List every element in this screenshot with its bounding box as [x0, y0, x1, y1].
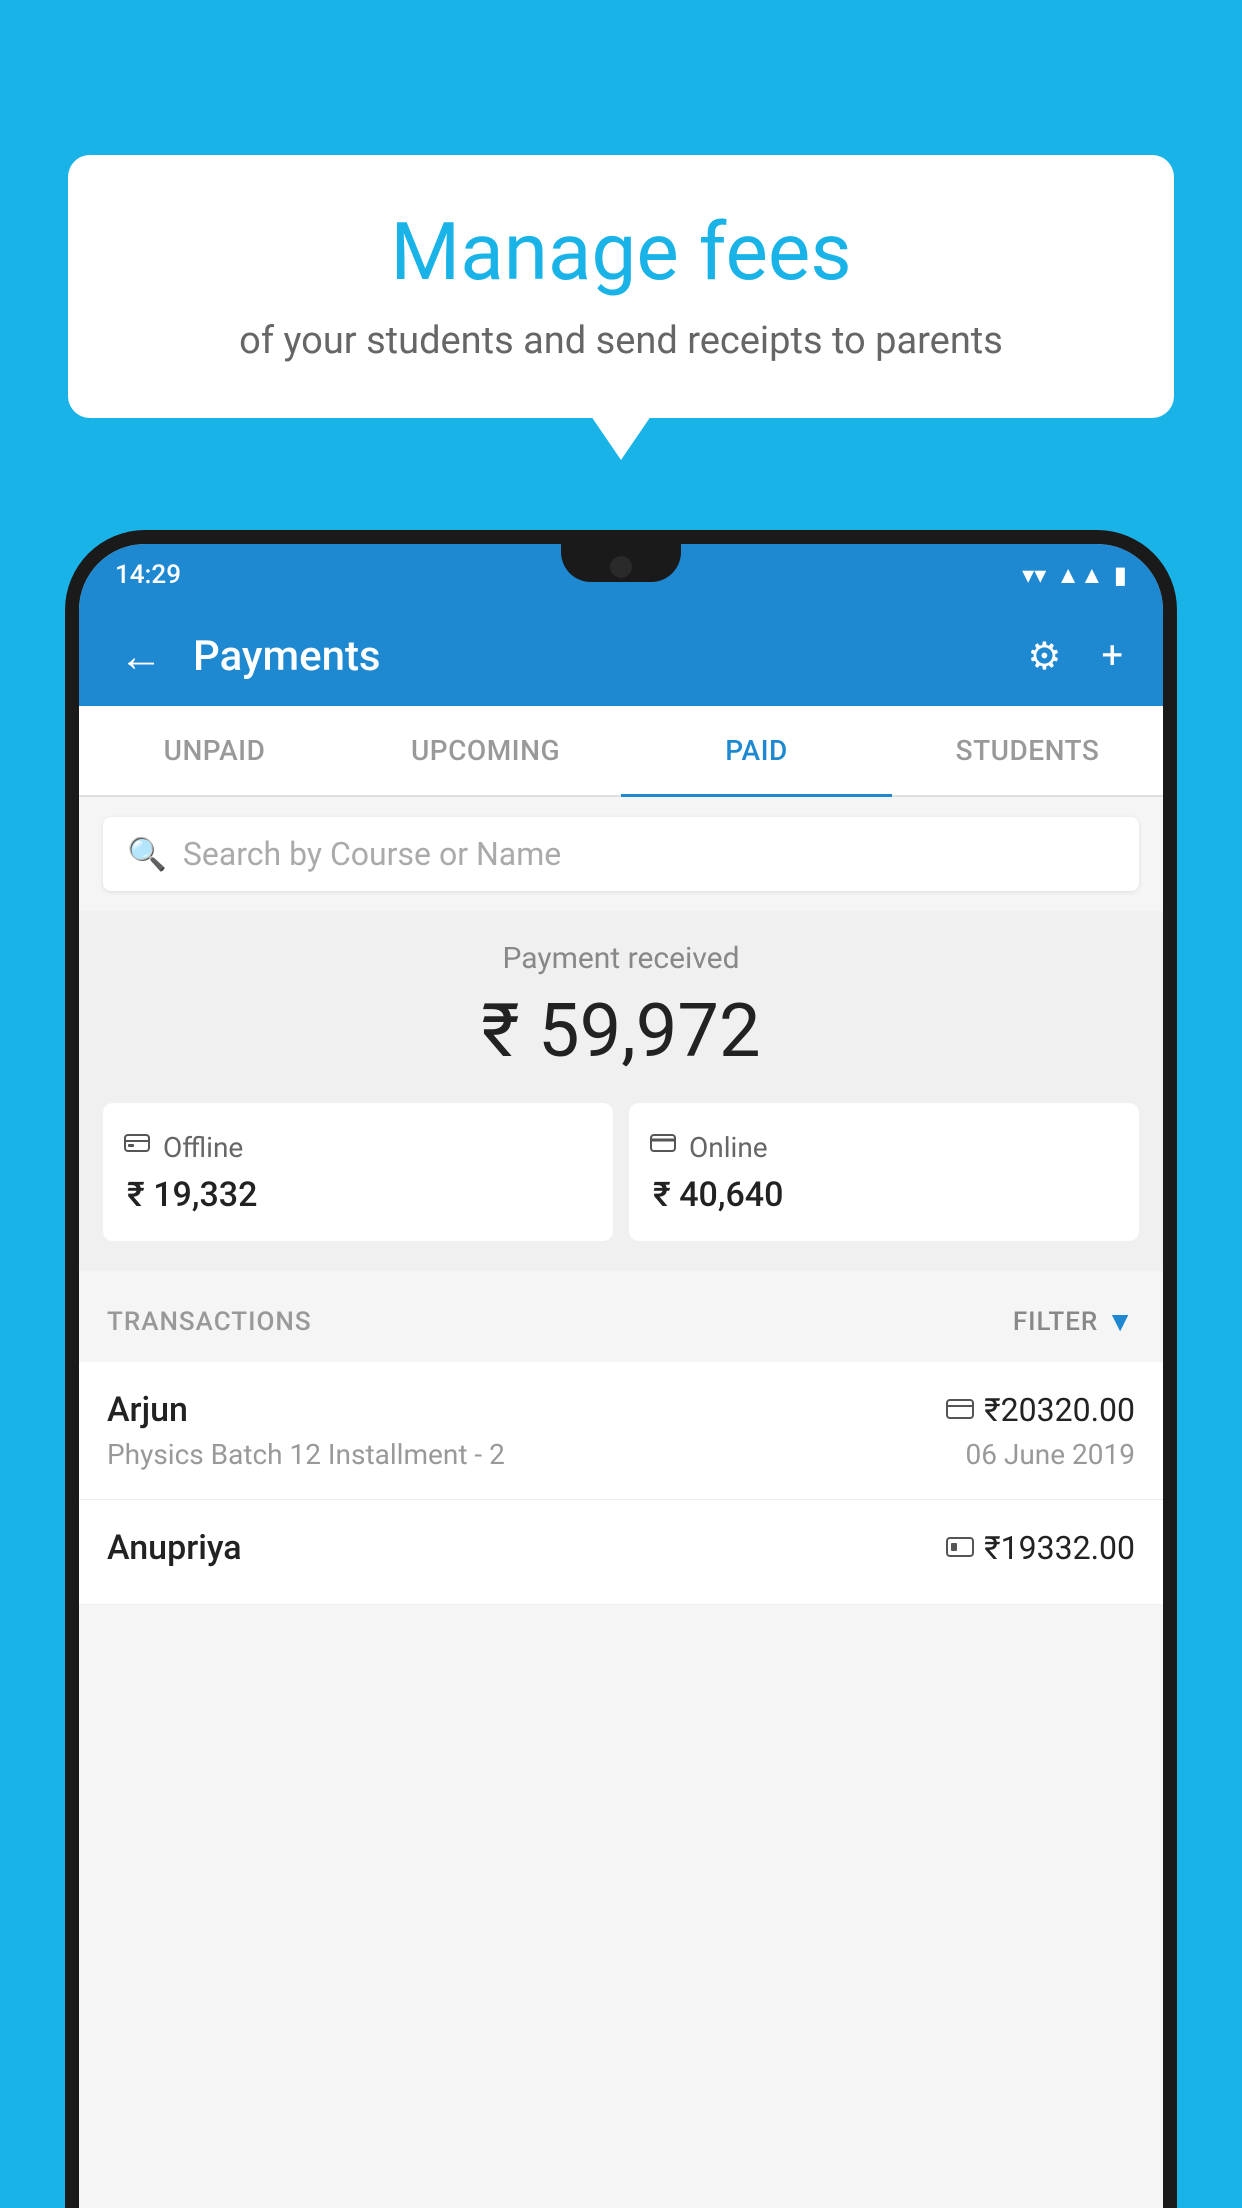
transaction-top: Anupriya ₹19332.00 — [107, 1528, 1135, 1568]
main-content: 🔍 Search by Course or Name Payment recei… — [79, 797, 1163, 1605]
status-icons: ▾▾ ▲▲ ▮ — [1022, 561, 1127, 590]
amount-info: ₹20320.00 — [946, 1391, 1135, 1429]
course-info: Physics Batch 12 Installment - 2 — [107, 1438, 505, 1471]
offline-card: Offline ₹ 19,332 — [103, 1103, 613, 1241]
app-bar: ← Payments ⚙ + — [79, 606, 1163, 706]
phone-notch — [561, 544, 681, 582]
tab-unpaid[interactable]: UNPAID — [79, 706, 350, 795]
cash-payment-icon — [946, 1532, 974, 1565]
offline-label: Offline — [163, 1131, 243, 1164]
filter-button[interactable]: FILTER ▼ — [1013, 1305, 1135, 1338]
battery-icon: ▮ — [1114, 561, 1127, 589]
offline-card-header: Offline — [123, 1129, 593, 1165]
add-button[interactable]: + — [1091, 624, 1133, 688]
online-card: Online ₹ 40,640 — [629, 1103, 1139, 1241]
signal-icon: ▲▲ — [1056, 561, 1104, 590]
amount-info: ₹19332.00 — [946, 1529, 1135, 1567]
phone-frame: 14:29 ▾▾ ▲▲ ▮ ← Payments ⚙ + UNPAID UPCO… — [65, 530, 1177, 2208]
tab-students[interactable]: STUDENTS — [892, 706, 1163, 795]
card-payment-icon — [946, 1394, 974, 1427]
camera — [610, 556, 632, 578]
payment-summary: Payment received ₹ 59,972 — [79, 911, 1163, 1271]
offline-icon — [123, 1129, 151, 1165]
tab-upcoming[interactable]: UPCOMING — [350, 706, 621, 795]
search-placeholder: Search by Course or Name — [183, 835, 561, 873]
filter-label: FILTER — [1013, 1307, 1098, 1337]
filter-icon: ▼ — [1106, 1305, 1135, 1338]
speech-bubble: Manage fees of your students and send re… — [68, 155, 1174, 418]
offline-amount: ₹ 19,332 — [123, 1175, 593, 1215]
phone-screen: 14:29 ▾▾ ▲▲ ▮ ← Payments ⚙ + UNPAID UPCO… — [79, 544, 1163, 2208]
transactions-header: TRANSACTIONS FILTER ▼ — [79, 1281, 1163, 1362]
transaction-amount: ₹19332.00 — [984, 1529, 1135, 1567]
transaction-amount: ₹20320.00 — [984, 1391, 1135, 1429]
online-label: Online — [689, 1131, 768, 1164]
transaction-bottom: Physics Batch 12 Installment - 2 06 June… — [107, 1438, 1135, 1471]
date-info: 06 June 2019 — [965, 1438, 1135, 1471]
wifi-icon: ▾▾ — [1022, 561, 1046, 589]
online-icon — [649, 1129, 677, 1165]
back-button[interactable]: ← — [109, 620, 173, 692]
online-amount: ₹ 40,640 — [649, 1175, 1119, 1215]
payment-cards: Offline ₹ 19,332 Online — [99, 1103, 1143, 1241]
payment-received-label: Payment received — [99, 941, 1143, 976]
settings-button[interactable]: ⚙ — [1017, 624, 1071, 689]
tabs-container: UNPAID UPCOMING PAID STUDENTS — [79, 706, 1163, 797]
app-title: Payments — [193, 632, 997, 681]
student-name: Arjun — [107, 1390, 188, 1430]
bubble-title: Manage fees — [108, 205, 1134, 299]
transaction-row[interactable]: Anupriya ₹19332.00 — [79, 1500, 1163, 1605]
status-time: 14:29 — [115, 560, 181, 590]
search-bar[interactable]: 🔍 Search by Course or Name — [103, 817, 1139, 891]
search-icon: 🔍 — [127, 835, 167, 873]
transaction-top: Arjun ₹20320.00 — [107, 1390, 1135, 1430]
tab-paid[interactable]: PAID — [621, 706, 892, 795]
transaction-row[interactable]: Arjun ₹20320.00 Physics Batch 12 Install… — [79, 1362, 1163, 1500]
online-card-header: Online — [649, 1129, 1119, 1165]
transactions-label: TRANSACTIONS — [107, 1307, 312, 1337]
student-name: Anupriya — [107, 1528, 242, 1568]
bubble-subtitle: of your students and send receipts to pa… — [108, 319, 1134, 363]
payment-total-amount: ₹ 59,972 — [99, 988, 1143, 1075]
